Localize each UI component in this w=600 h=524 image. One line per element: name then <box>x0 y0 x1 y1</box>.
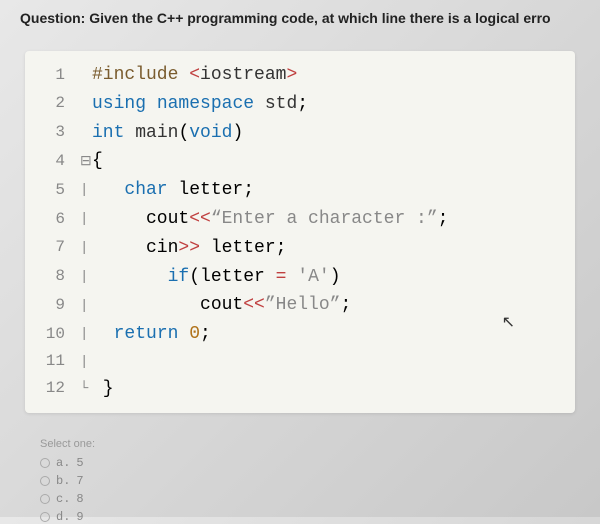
option-letter: b. <box>56 474 70 488</box>
line-number: 12 <box>35 376 65 402</box>
code-line: 10 | return 0; <box>25 320 575 349</box>
code-line: 7 | cin>> letter; <box>25 234 575 263</box>
options-section: Select one: a. 5 b. 7 c. 8 d. 9 <box>40 438 560 524</box>
line-number: 3 <box>35 120 65 146</box>
code-line: 3 int main(void) <box>25 119 575 148</box>
option-value: 5 <box>76 456 83 470</box>
code-content: return 0; <box>92 320 211 349</box>
radio-icon[interactable] <box>40 494 50 504</box>
code-line: 4 ⊟ { <box>25 147 575 176</box>
radio-icon[interactable] <box>40 476 50 486</box>
code-line: 5 | char letter; <box>25 176 575 205</box>
code-line: 9 | cout<<”Hello”; <box>25 291 575 320</box>
line-number: 7 <box>35 235 65 261</box>
code-line: 8 | if(letter = 'A') <box>25 263 575 292</box>
line-number: 6 <box>35 207 65 233</box>
line-number: 10 <box>35 322 65 348</box>
line-number: 5 <box>35 178 65 204</box>
option-row[interactable]: b. 7 <box>40 474 560 488</box>
code-content: cout<<”Hello”; <box>92 291 351 320</box>
code-content: #include <iostream> <box>92 61 297 90</box>
gutter-mark: | <box>80 237 92 259</box>
option-value: 8 <box>76 492 83 506</box>
option-value: 9 <box>76 510 83 524</box>
code-line: 2 using namespace std; <box>25 90 575 119</box>
gutter-mark: | <box>80 208 92 230</box>
code-line: 11 | <box>25 349 575 375</box>
gutter-mark: | <box>80 179 92 201</box>
code-line: 1 #include <iostream> <box>25 61 575 90</box>
line-number: 9 <box>35 293 65 319</box>
line-number: 2 <box>35 91 65 117</box>
code-content: if(letter = 'A') <box>92 263 341 292</box>
options-title: Select one: <box>40 438 560 450</box>
option-letter: c. <box>56 492 70 506</box>
code-content: { <box>92 147 103 176</box>
code-content: } <box>92 375 114 404</box>
radio-icon[interactable] <box>40 458 50 468</box>
gutter-mark: └ <box>80 378 92 400</box>
code-content: char letter; <box>92 176 254 205</box>
gutter-mark: | <box>80 351 92 373</box>
question-text: Question: Given the C++ programming code… <box>0 0 600 36</box>
code-content: cin>> letter; <box>92 234 286 263</box>
option-row[interactable]: c. 8 <box>40 492 560 506</box>
option-letter: d. <box>56 510 70 524</box>
option-value: 7 <box>76 474 83 488</box>
line-number: 1 <box>35 63 65 89</box>
option-row[interactable]: a. 5 <box>40 456 560 470</box>
line-number: 11 <box>35 349 65 375</box>
gutter-mark: | <box>80 295 92 317</box>
gutter-mark: | <box>80 266 92 288</box>
option-letter: a. <box>56 456 70 470</box>
radio-icon[interactable] <box>40 512 50 522</box>
line-number: 4 <box>35 149 65 175</box>
code-line: 6 | cout<<“Enter a character :”; <box>25 205 575 234</box>
option-row[interactable]: d. 9 <box>40 510 560 524</box>
code-block: 1 #include <iostream> 2 using namespace … <box>25 51 575 413</box>
code-content: cout<<“Enter a character :”; <box>92 205 448 234</box>
code-content: int main(void) <box>92 119 243 148</box>
line-number: 8 <box>35 264 65 290</box>
gutter-mark: | <box>80 323 92 345</box>
code-line: 12 └ } <box>25 375 575 404</box>
code-content: using namespace std; <box>92 90 308 119</box>
gutter-mark: ⊟ <box>80 151 92 173</box>
cursor-icon: ↖ <box>502 311 515 337</box>
